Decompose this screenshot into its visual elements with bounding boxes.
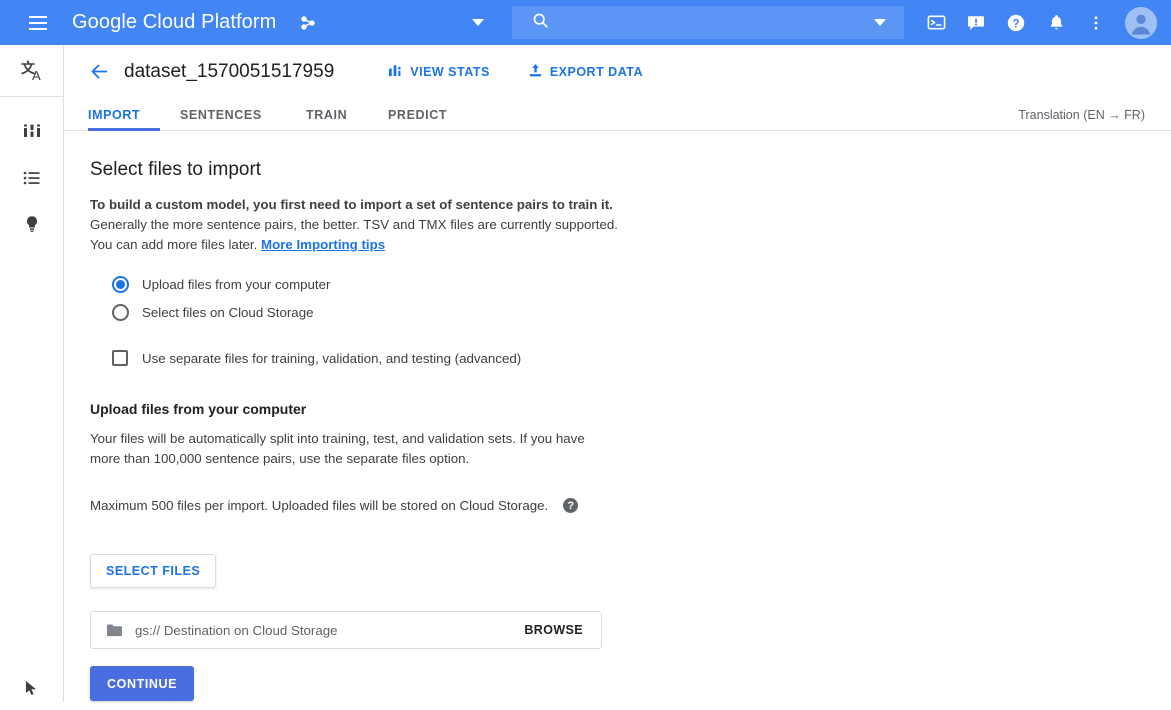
search-input[interactable] <box>512 6 904 39</box>
tab-import[interactable]: IMPORT <box>88 98 140 131</box>
export-data-button[interactable]: EXPORT DATA <box>528 63 643 81</box>
chevron-down-icon[interactable] <box>472 19 484 26</box>
dataset-header: dataset_1570051517959 VIEW STATS EXPORT … <box>64 45 1171 98</box>
section-heading: Select files to import <box>90 159 1171 181</box>
cloud-storage-destination-input[interactable]: gs:// Destination on Cloud Storage BROWS… <box>90 611 602 649</box>
cloud-shell-icon[interactable] <box>917 4 955 42</box>
checkbox-separate-files[interactable]: Use separate files for training, validat… <box>90 345 1171 371</box>
cursor-icon <box>0 680 64 710</box>
max-files-note: Maximum 500 files per import. Uploaded f… <box>90 498 1171 513</box>
tab-train[interactable]: TRAIN <box>306 98 347 131</box>
folder-icon <box>106 623 123 638</box>
description-line-2: Generally the more sentence pairs, the b… <box>90 215 1171 235</box>
back-arrow-icon[interactable] <box>86 59 112 85</box>
cloud-storage-destination-placeholder: gs:// Destination on Cloud Storage <box>135 623 524 638</box>
description-line-3: You can add more files later. More Impor… <box>90 235 1171 255</box>
radio-select-cloud-storage[interactable]: Select files on Cloud Storage <box>90 299 1171 325</box>
description-line-3-text: You can add more files later. <box>90 237 261 252</box>
upload-icon <box>528 63 543 81</box>
view-stats-button[interactable]: VIEW STATS <box>388 63 490 81</box>
left-icon-rail: 文 A <box>0 45 64 702</box>
note-line-1: Your files will be automatically split i… <box>90 429 1171 449</box>
tab-bar: IMPORT SENTENCES TRAIN PREDICT Translati… <box>64 98 1171 131</box>
checkbox-unchecked-icon <box>112 350 128 366</box>
feedback-icon[interactable] <box>957 4 995 42</box>
search-chevron-down-icon[interactable] <box>874 19 886 26</box>
browse-button[interactable]: BROWSE <box>524 623 583 637</box>
lightbulb-tips-icon[interactable] <box>0 201 64 247</box>
dashboard-icon[interactable] <box>0 109 64 155</box>
svg-text:A: A <box>32 68 41 83</box>
help-icon[interactable]: ? <box>997 4 1035 42</box>
description-line-1: To build a custom model, you first need … <box>90 195 1171 215</box>
search-icon <box>532 12 549 34</box>
select-files-button[interactable]: SELECT FILES <box>90 554 216 588</box>
project-switcher-icon[interactable] <box>298 13 318 33</box>
top-bar-icons: ? <box>917 0 1161 45</box>
radio-select-cloud-storage-label: Select files on Cloud Storage <box>142 305 313 320</box>
notifications-bell-icon[interactable] <box>1037 4 1075 42</box>
radio-unselected-icon <box>112 304 129 321</box>
note-line-2: more than 100,000 sentence pairs, use th… <box>90 449 1171 469</box>
import-panel: Select files to import To build a custom… <box>64 131 1171 702</box>
account-avatar[interactable] <box>1125 7 1157 39</box>
hamburger-menu-icon[interactable] <box>14 0 62 45</box>
export-data-label: EXPORT DATA <box>550 65 643 79</box>
view-stats-label: VIEW STATS <box>410 65 490 79</box>
radio-upload-from-computer-label: Upload files from your computer <box>142 277 330 292</box>
gcp-brand-title: Google Cloud Platform <box>72 11 276 34</box>
tab-predict[interactable]: PREDICT <box>388 98 447 131</box>
bar-chart-icon <box>388 63 403 81</box>
translation-icon[interactable]: 文 A <box>0 45 64 97</box>
datasets-list-icon[interactable] <box>0 155 64 201</box>
translation-direction-label: Translation (EN → FR) <box>1018 98 1145 131</box>
more-importing-tips-link[interactable]: More Importing tips <box>261 237 385 252</box>
max-files-note-text: Maximum 500 files per import. Uploaded f… <box>90 498 548 513</box>
tab-sentences[interactable]: SENTENCES <box>180 98 262 131</box>
checkbox-separate-files-label: Use separate files for training, validat… <box>142 351 521 366</box>
more-options-icon[interactable] <box>1077 4 1115 42</box>
radio-selected-icon <box>112 276 129 293</box>
svg-text:?: ? <box>1012 18 1019 30</box>
radio-upload-from-computer[interactable]: Upload files from your computer <box>90 271 1171 297</box>
top-app-bar: Google Cloud Platform <box>0 0 1171 45</box>
subsection-heading: Upload files from your computer <box>90 401 1171 417</box>
continue-button[interactable]: CONTINUE <box>90 666 194 701</box>
help-circle-icon[interactable]: ? <box>563 498 578 513</box>
page-title: dataset_1570051517959 <box>124 61 334 83</box>
